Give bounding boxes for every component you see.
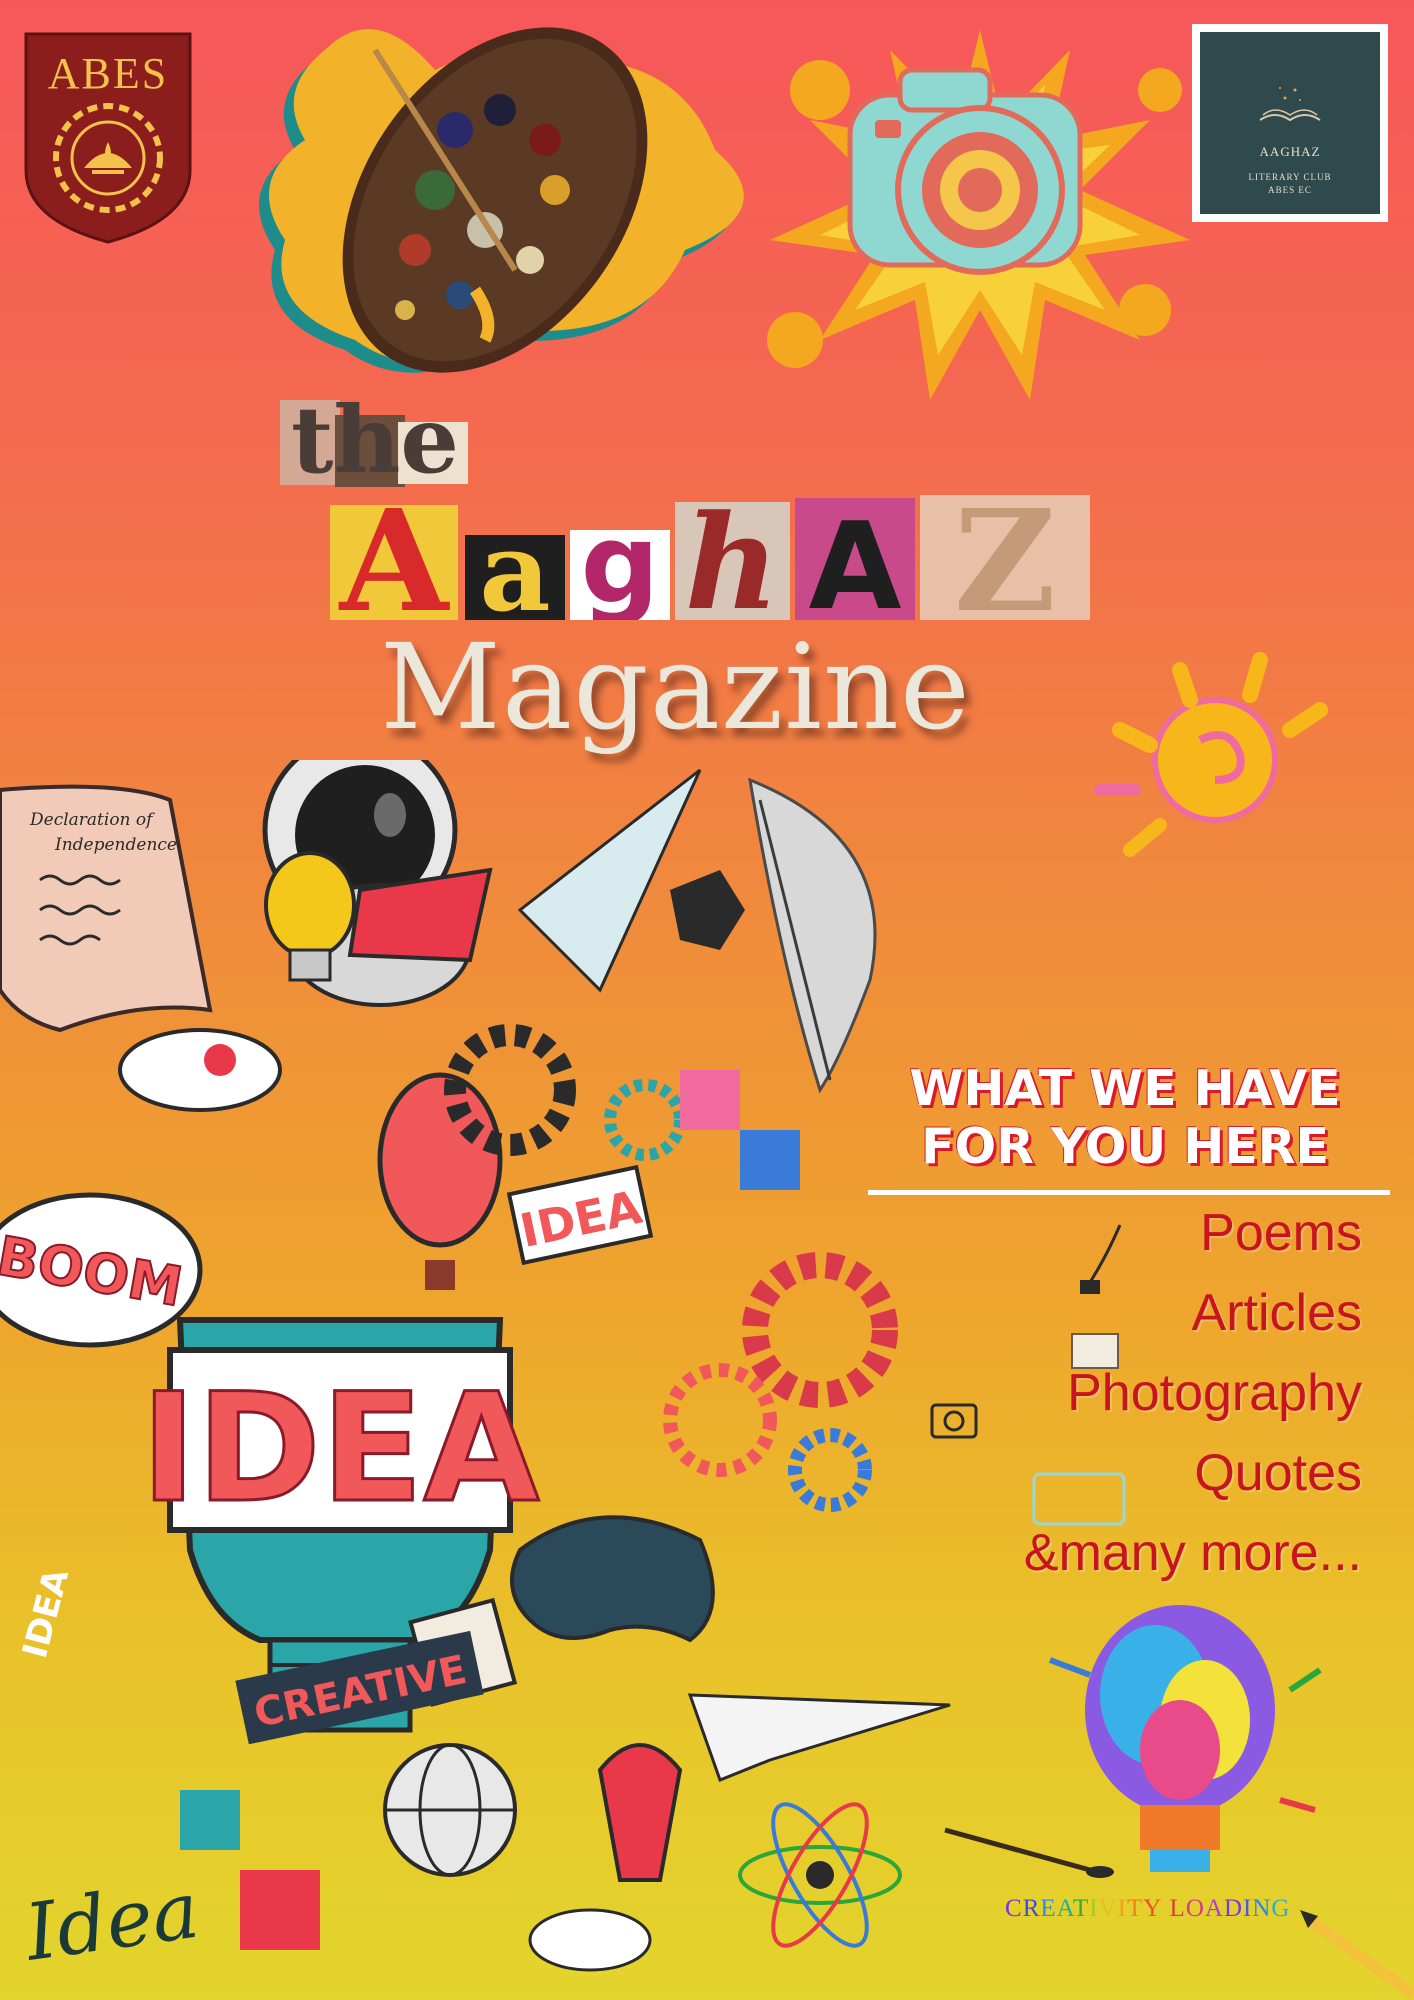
sticker-idea-side: IDEA	[15, 1564, 77, 1662]
creativity-letter: E	[1040, 1895, 1057, 1922]
sun-swirl-icon	[1094, 652, 1328, 857]
creativity-letter: T	[1126, 1895, 1144, 1922]
camera-icon	[930, 1403, 978, 1439]
offer-item-more: &many more...	[1023, 1524, 1362, 1582]
title-the: the	[291, 386, 459, 490]
title-magazine: Magazine	[380, 618, 971, 756]
offer-item-articles: Articles	[1191, 1284, 1362, 1342]
offer-item-quotes: Quotes	[1194, 1444, 1362, 1502]
offer-divider	[868, 1190, 1390, 1195]
sticker-idea-script: Idea	[18, 1866, 204, 1980]
offer-item-poems: Poems	[1200, 1204, 1362, 1262]
title-letter-6: Z	[954, 490, 1056, 620]
abes-logo: ABES	[22, 30, 194, 245]
literary-club-badge: AAGHAZ LITERARY CLUB ABES EC	[1192, 24, 1388, 222]
abes-logo-text: ABES	[47, 49, 169, 98]
creativity-letter: L	[1169, 1895, 1186, 1922]
title-letter-3: g	[581, 500, 660, 620]
pencil-icon	[1300, 1910, 1414, 2000]
club-badge-panel: AAGHAZ LITERARY CLUB ABES EC	[1200, 32, 1380, 214]
creativity-loading-text: CREATIVITY LOADING	[1005, 1895, 1345, 1923]
title-aaghaz: A a g h A Z	[330, 490, 1090, 620]
creativity-letter: Y	[1143, 1895, 1163, 1922]
club-subtitle-1: LITERARY CLUB	[1248, 172, 1332, 182]
club-subtitle-2: ABES EC	[1268, 185, 1312, 195]
sticker-idea-big: IDEA	[141, 1362, 540, 1536]
creativity-letter: N	[1252, 1895, 1272, 1922]
creativity-letter: A	[1056, 1895, 1073, 1922]
title-letter-5: A	[809, 498, 902, 620]
creativity-letter: C	[1005, 1895, 1023, 1922]
creativity-letter	[1162, 1895, 1169, 1922]
creativity-letter: R	[1022, 1895, 1041, 1922]
title-letter-1: A	[338, 490, 451, 620]
creativity-letter: T	[1072, 1895, 1090, 1922]
offer-heading-line-1: WHAT WE HAVE	[909, 1060, 1341, 1117]
creativity-letter: A	[1204, 1895, 1224, 1922]
magazine-cover: ABES AAGHAZ LITERARY CLUB ABES EC the A …	[0, 0, 1414, 2000]
creativity-letter: I	[1117, 1895, 1127, 1922]
creativity-letter: I	[1089, 1895, 1099, 1922]
scroll-heading-2: Independence	[54, 835, 177, 855]
quote-frame-icon	[1032, 1472, 1126, 1526]
title-letter-2: a	[479, 507, 550, 620]
scroll-heading-1: Declaration of	[29, 810, 155, 830]
creativity-letter: G	[1271, 1895, 1291, 1922]
club-name: AAGHAZ	[1259, 144, 1321, 159]
creativity-letter: D	[1223, 1895, 1244, 1922]
doodle-collage: Declaration of Independence BOOM IDEA ID…	[0, 760, 951, 1980]
camera-burst-illustration	[767, 30, 1190, 400]
creativity-letter: V	[1098, 1895, 1118, 1922]
creativity-letter: I	[1243, 1895, 1253, 1922]
creativity-letter: O	[1185, 1895, 1205, 1922]
offer-heading: WHAT WE HAVE FOR YOU HERE	[880, 1060, 1370, 1176]
paper-stack-icon	[1071, 1333, 1119, 1369]
offer-heading-line-2: FOR YOU HERE	[921, 1118, 1329, 1175]
title-the-cutout: the	[280, 386, 468, 490]
open-book-icon	[1259, 87, 1321, 122]
paintbrush-icon	[944, 1827, 1114, 1878]
title-letter-4: h	[685, 490, 780, 620]
quill-icon	[1080, 1224, 1122, 1294]
